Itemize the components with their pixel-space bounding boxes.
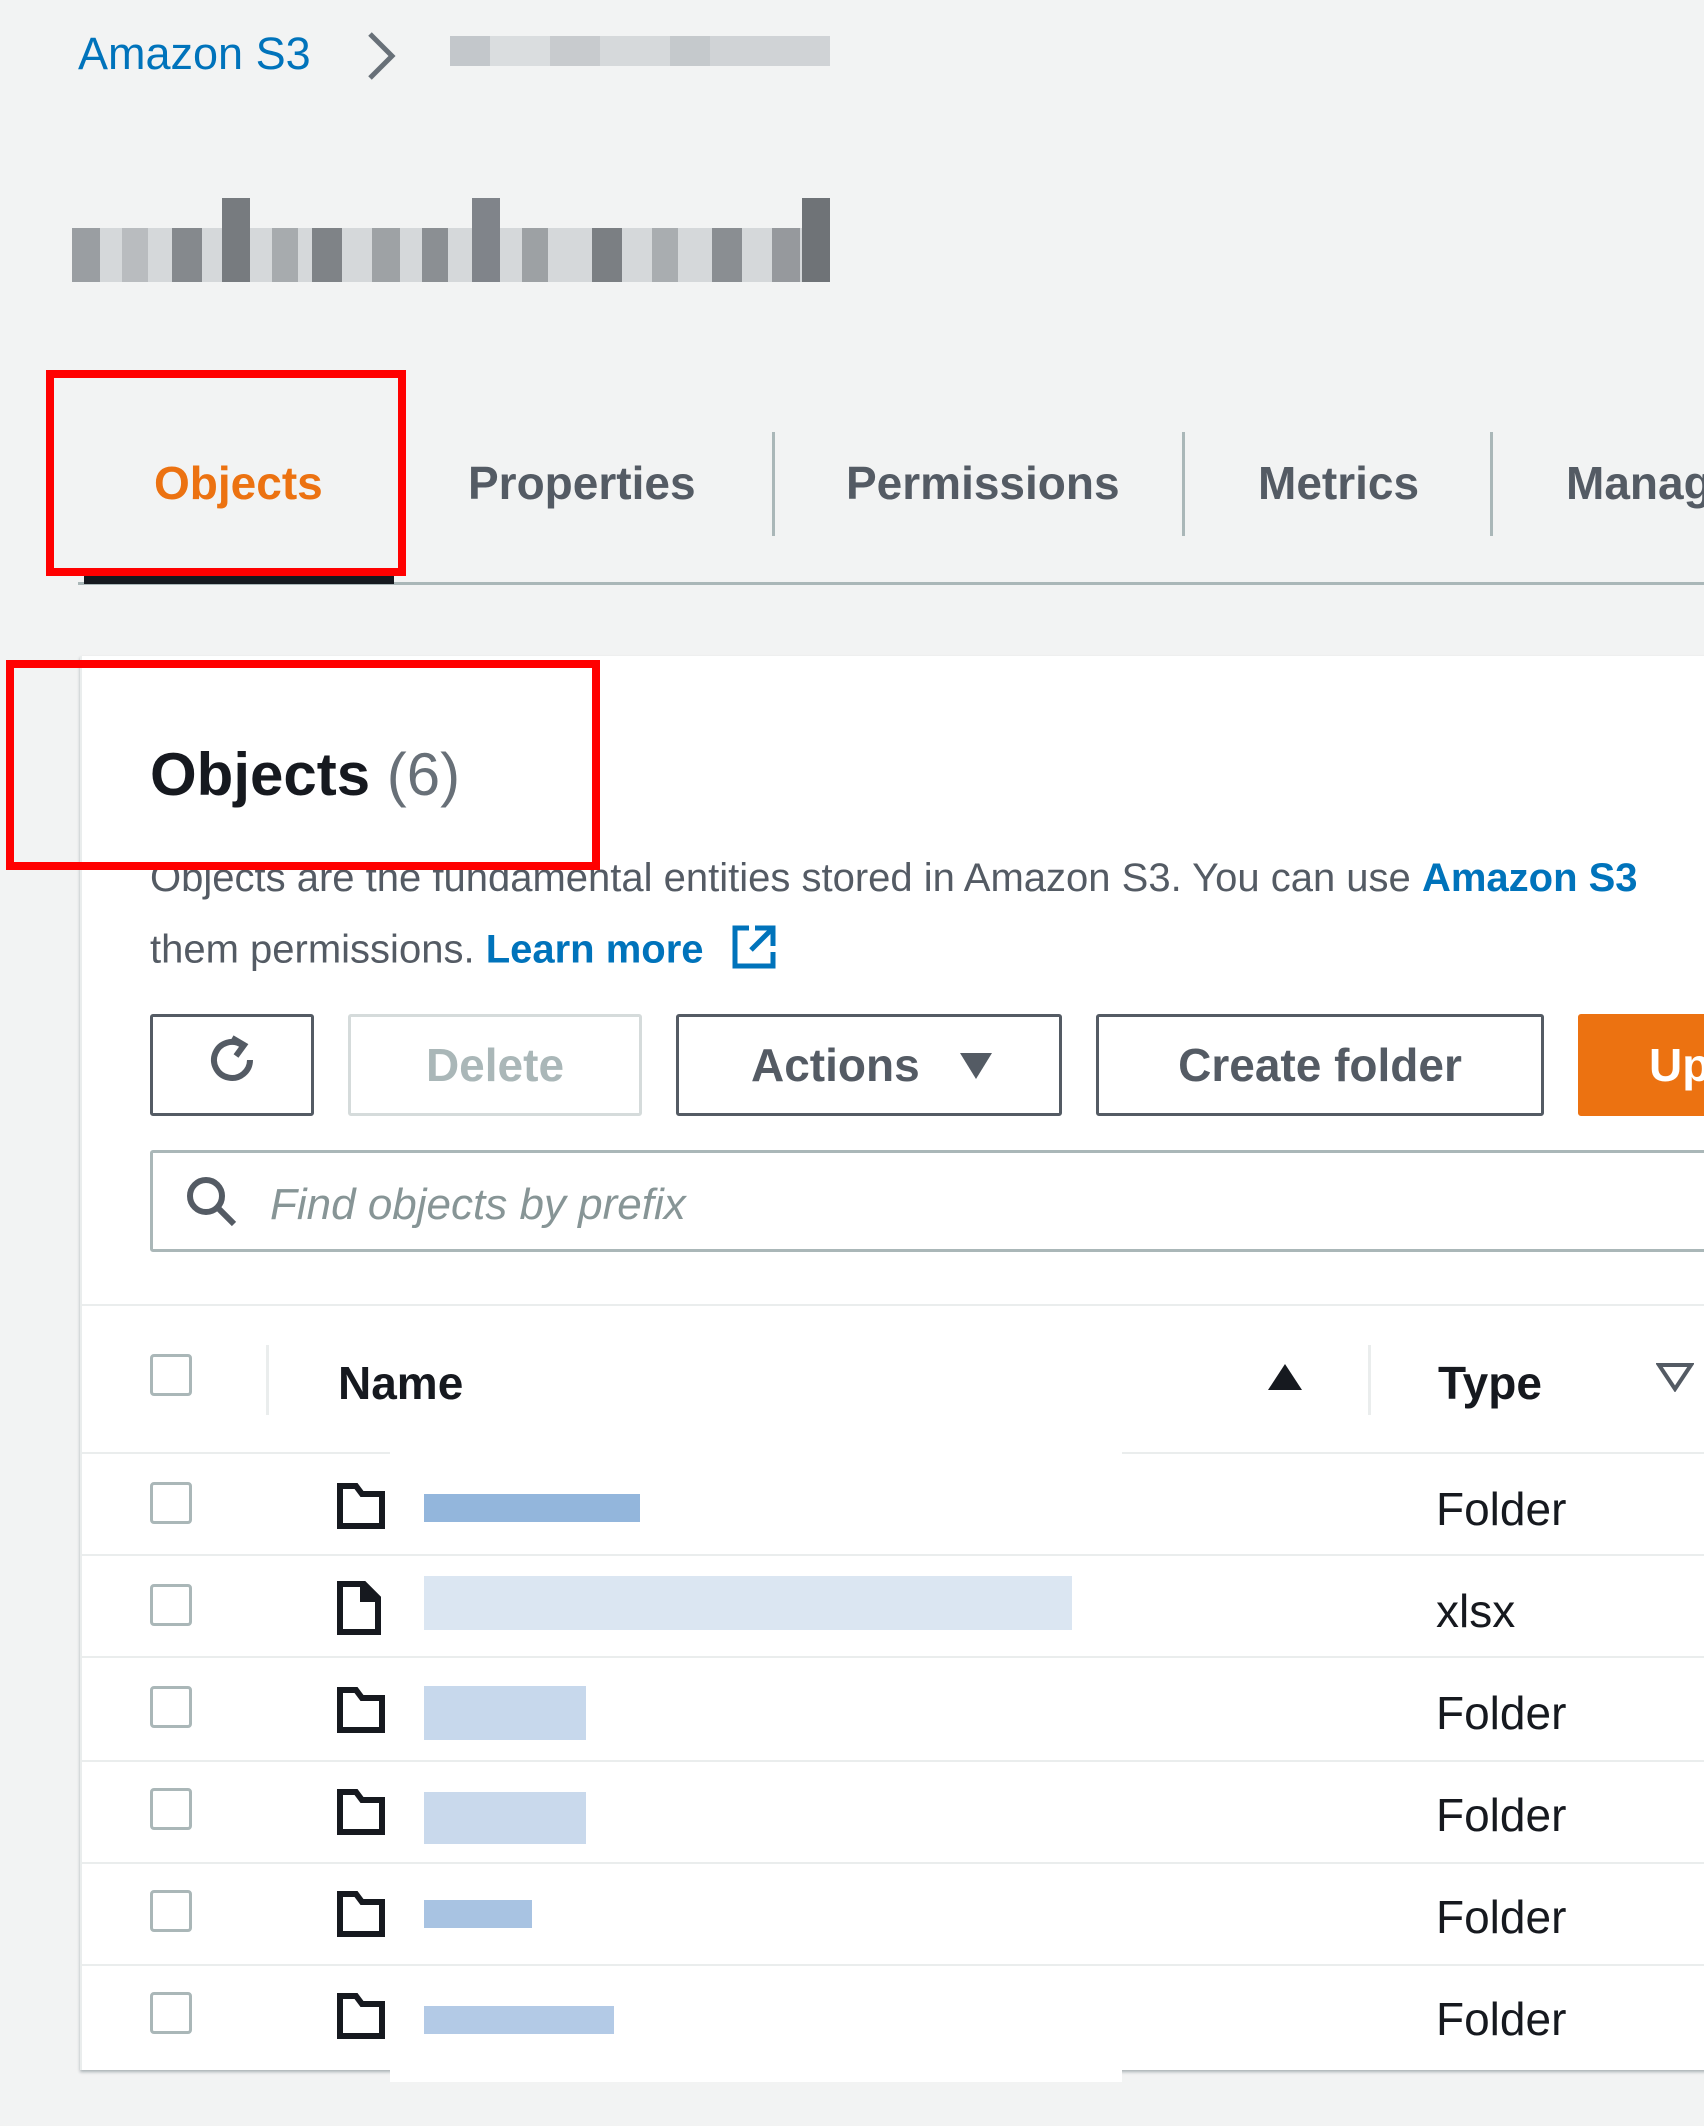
object-name-redacted[interactable] <box>424 2006 614 2034</box>
sort-ascending-icon[interactable] <box>1266 1362 1304 1397</box>
caret-down-icon <box>958 1038 994 1092</box>
tab-divider <box>1182 432 1185 536</box>
folder-icon <box>336 1988 386 2045</box>
type-cell: Folder <box>1436 1891 1567 1943</box>
row-divider <box>82 1554 1704 1556</box>
row-checkbox[interactable] <box>150 1584 192 1626</box>
panel-description-line2: them permissions. Learn more <box>150 922 779 982</box>
description-text: them permissions. <box>150 927 475 972</box>
type-cell: xlsx <box>1436 1585 1516 1637</box>
tab-divider <box>772 432 775 536</box>
tab-management[interactable]: Manag <box>1566 456 1704 510</box>
object-name-redacted[interactable] <box>424 1494 640 1522</box>
breadcrumb-current-redacted[interactable] <box>450 36 830 66</box>
annotation-highlight-objects-heading <box>6 660 600 870</box>
sort-icon[interactable] <box>1655 1362 1695 1397</box>
type-cell: Folder <box>1436 1687 1567 1739</box>
folder-icon <box>336 1784 386 1841</box>
bucket-name-redacted <box>72 198 830 282</box>
folder-icon <box>336 1886 386 1943</box>
search-icon <box>184 1174 240 1235</box>
object-name-redacted[interactable] <box>424 1686 586 1740</box>
breadcrumb-amazon-s3[interactable]: Amazon S3 <box>78 28 311 80</box>
column-header-type[interactable]: Type <box>1438 1356 1542 1410</box>
column-header-name[interactable]: Name <box>338 1356 463 1410</box>
column-divider <box>266 1345 269 1415</box>
tab-permissions[interactable]: Permissions <box>846 456 1120 510</box>
folder-icon <box>336 1478 386 1535</box>
row-checkbox[interactable] <box>150 1992 192 2034</box>
folder-icon <box>336 1682 386 1739</box>
actions-label: Actions <box>751 1039 920 1091</box>
refresh-icon <box>202 1030 262 1101</box>
column-divider <box>1368 1345 1371 1415</box>
type-cell: Folder <box>1436 1993 1567 2045</box>
row-divider <box>82 1656 1704 1658</box>
object-name-redacted[interactable] <box>424 1792 586 1844</box>
select-all-checkbox[interactable] <box>150 1354 192 1396</box>
refresh-button[interactable] <box>150 1014 314 1116</box>
breadcrumb-chevron-icon <box>362 24 402 89</box>
external-link-icon[interactable] <box>729 922 779 982</box>
row-checkbox[interactable] <box>150 1890 192 1932</box>
row-divider <box>82 1964 1704 1966</box>
search-placeholder: Find objects by prefix <box>270 1180 686 1229</box>
object-name-redacted[interactable] <box>424 1900 532 1928</box>
table-top-divider <box>82 1304 1704 1306</box>
amazon-s3-link[interactable]: Amazon S3 <box>1422 856 1638 900</box>
row-checkbox[interactable] <box>150 1788 192 1830</box>
annotation-highlight-objects-tab <box>46 370 406 576</box>
delete-button[interactable]: Delete <box>348 1014 642 1116</box>
object-name-redacted[interactable] <box>424 1576 1072 1630</box>
type-cell: Folder <box>1436 1483 1567 1535</box>
row-divider <box>82 1760 1704 1762</box>
tab-properties[interactable]: Properties <box>468 456 696 510</box>
learn-more-link[interactable]: Learn more <box>486 928 704 972</box>
row-divider <box>82 1862 1704 1864</box>
actions-button[interactable]: Actions <box>676 1014 1062 1116</box>
create-folder-button[interactable]: Create folder <box>1096 1014 1544 1116</box>
tab-divider <box>1490 432 1493 536</box>
names-redacted-region <box>390 1450 1122 2082</box>
row-checkbox[interactable] <box>150 1482 192 1524</box>
upload-button[interactable]: Up <box>1578 1014 1704 1116</box>
type-cell: Folder <box>1436 1789 1567 1841</box>
tab-metrics[interactable]: Metrics <box>1258 456 1419 510</box>
file-icon <box>336 1580 382 1641</box>
row-checkbox[interactable] <box>150 1686 192 1728</box>
